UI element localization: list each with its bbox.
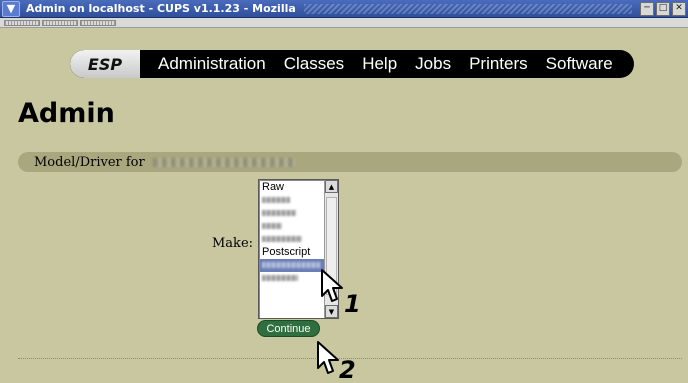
make-label: Make: bbox=[212, 236, 254, 251]
cups-nav-bar: ESP Administration Classes Help Jobs Pri… bbox=[70, 50, 634, 78]
list-option-redacted[interactable] bbox=[260, 220, 324, 233]
list-option-redacted[interactable] bbox=[260, 233, 324, 246]
nav-esp-logo[interactable]: ESP bbox=[70, 50, 140, 78]
titlebar-pattern bbox=[303, 3, 632, 14]
scroll-up-arrow-icon[interactable]: ▲ bbox=[325, 180, 338, 193]
list-option-redacted[interactable] bbox=[260, 207, 324, 220]
list-option-raw[interactable]: Raw bbox=[260, 181, 324, 194]
close-icon[interactable]: ✕ bbox=[672, 1, 686, 16]
list-option-postscript[interactable]: Postscript bbox=[260, 246, 324, 259]
nav-item-administration[interactable]: Administration bbox=[140, 54, 275, 74]
section-label: Model/Driver for bbox=[34, 154, 145, 170]
callout-number-2: 2 bbox=[339, 356, 356, 383]
window-menu-icon[interactable]: ▼ bbox=[2, 0, 20, 17]
redacted-printer-name bbox=[152, 157, 295, 167]
callout-number-1: 1 bbox=[344, 290, 361, 318]
section-header: Model/Driver for bbox=[18, 152, 682, 172]
window-controls: ─ □ ✕ bbox=[640, 1, 686, 16]
list-option-redacted[interactable] bbox=[260, 194, 324, 207]
continue-button[interactable]: Continue bbox=[257, 320, 320, 337]
nav-item-classes[interactable]: Classes bbox=[275, 54, 353, 74]
maximize-icon[interactable]: □ bbox=[656, 1, 670, 16]
minimize-icon[interactable]: ─ bbox=[640, 1, 654, 16]
tab-strip bbox=[0, 18, 688, 28]
window-title: Admin on localhost - CUPS v1.1.23 - Mozi… bbox=[26, 2, 296, 15]
window-titlebar: ▼ Admin on localhost - CUPS v1.1.23 - Mo… bbox=[0, 0, 688, 18]
tab-stub[interactable] bbox=[80, 19, 116, 26]
nav-item-software[interactable]: Software bbox=[537, 54, 622, 74]
list-option-selected[interactable] bbox=[260, 259, 324, 272]
nav-item-help[interactable]: Help bbox=[353, 54, 406, 74]
page-title: Admin bbox=[18, 98, 115, 129]
listbox-options: Raw Postscript bbox=[260, 181, 324, 285]
tab-stub[interactable] bbox=[42, 19, 78, 26]
nav-item-jobs[interactable]: Jobs bbox=[406, 54, 460, 74]
nav-item-printers[interactable]: Printers bbox=[460, 54, 537, 74]
list-option-redacted[interactable] bbox=[260, 272, 324, 285]
tab-stub[interactable] bbox=[4, 19, 40, 26]
page-content: ESP Administration Classes Help Jobs Pri… bbox=[0, 28, 688, 383]
